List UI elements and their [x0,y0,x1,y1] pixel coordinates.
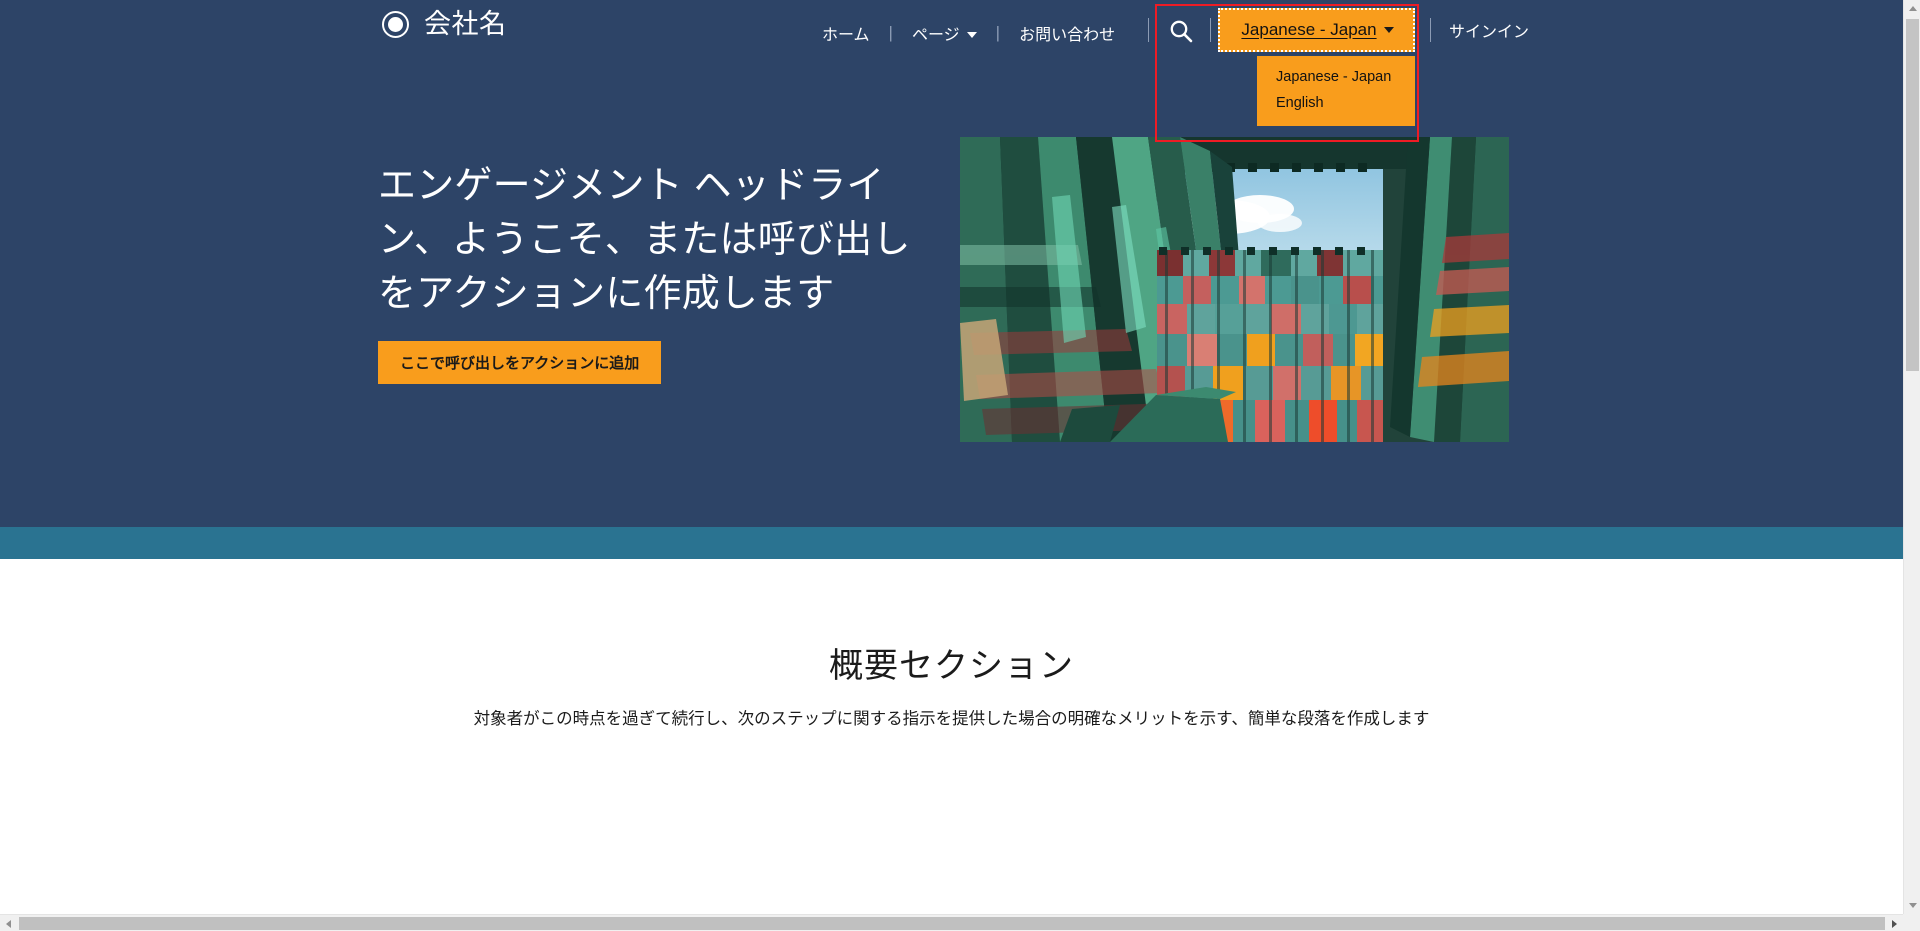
horizontal-scrollbar[interactable] [0,914,1920,931]
nav-separator [1210,18,1211,42]
overview-text: 対象者がこの時点を過ぎて続行し、次のステップに関する指示を提供した場合の明確なメ… [473,710,1430,728]
nav-link-contact[interactable]: お問い合わせ [1017,21,1117,45]
nav-link-home[interactable]: ホーム [820,21,872,45]
chevron-down-icon [1383,27,1394,33]
nav-separator [1430,18,1431,42]
language-selector-value: Japanese - Japan [1241,20,1377,39]
circle-target-icon [382,11,409,38]
overview-section: 概要セクション 対象者がこの時点を過ぎて続行し、次のステップに関する指示を提供し… [0,559,1903,734]
scroll-left-arrow-icon[interactable] [0,915,17,931]
vertical-scrollbar[interactable] [1903,0,1920,914]
scrollbar-corner [1903,914,1920,931]
hero-header: 会社名 ホーム | ページ | お問い合わせ Japanese - Japan … [0,0,1903,527]
chevron-down-icon [966,32,977,38]
language-option-english[interactable]: English [1257,90,1415,116]
page-content: 会社名 ホーム | ページ | お問い合わせ Japanese - Japan … [0,0,1903,910]
sign-in-link[interactable]: サインイン [1449,18,1529,42]
main-navigation: 会社名 ホーム | ページ | お問い合わせ Japanese - Japan … [0,0,1903,126]
scroll-down-arrow-icon[interactable] [1904,897,1920,914]
nav-separator: | [888,23,893,42]
language-option-japanese[interactable]: Japanese - Japan [1257,64,1415,90]
language-selector-button[interactable]: Japanese - Japan [1218,8,1415,52]
nav-link-pages[interactable]: ページ [910,21,979,45]
nav-separator: | [995,23,1001,42]
brand-name: 会社名 [424,9,507,39]
hero-cta-button[interactable]: ここで呼び出しをアクションに追加 [378,340,662,384]
search-icon[interactable] [1168,18,1194,44]
hero-image [960,137,1509,442]
scroll-right-arrow-icon[interactable] [1886,915,1903,931]
brand-logo-link[interactable]: 会社名 [382,11,507,38]
overview-title: 概要セクション [829,647,1074,685]
language-selector: Japanese - Japan Japanese - Japan Englis… [1218,8,1415,126]
nav-link-pages-label: ページ [911,27,960,44]
hero-headline: エンゲージメント ヘッドライン、ようこそ、または呼び出しをアクションに作成します [378,165,911,315]
horizontal-scrollbar-thumb[interactable] [19,917,1885,930]
browser-viewport: 会社名 ホーム | ページ | お問い合わせ Japanese - Japan … [0,0,1920,931]
hero-copy: エンゲージメント ヘッドライン、ようこそ、または呼び出しをアクションに作成します… [378,160,933,384]
nav-links: ホーム | ページ | お問い合わせ [820,18,1117,48]
vertical-scrollbar-thumb[interactable] [1906,19,1919,371]
hero-image-illustration [960,137,1509,442]
language-dropdown-menu: Japanese - Japan English [1257,56,1415,126]
teal-divider-band [0,527,1903,559]
nav-separator [1148,18,1149,42]
scroll-up-arrow-icon[interactable] [1904,0,1920,17]
